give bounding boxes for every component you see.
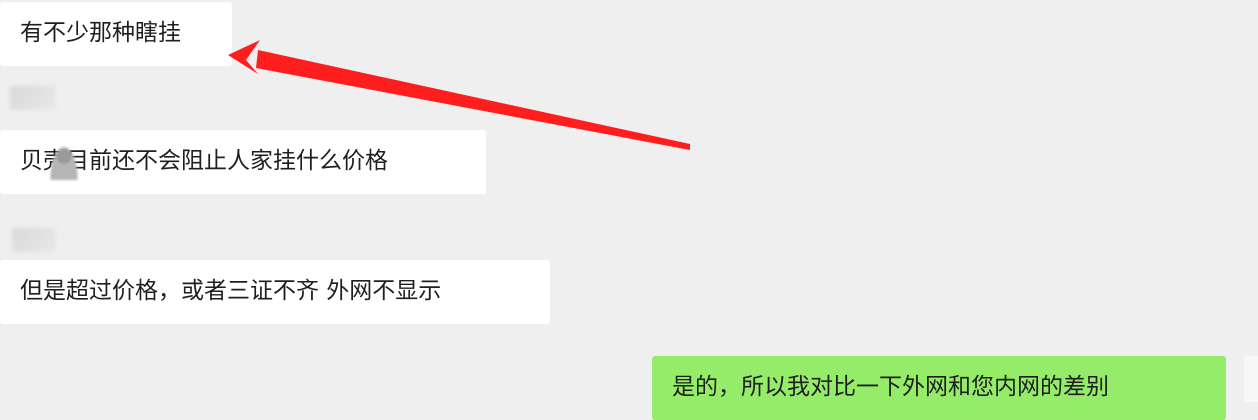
red-arrow-annotation (228, 40, 690, 150)
arrow-head (228, 40, 260, 74)
arrow-shaft (256, 50, 690, 150)
